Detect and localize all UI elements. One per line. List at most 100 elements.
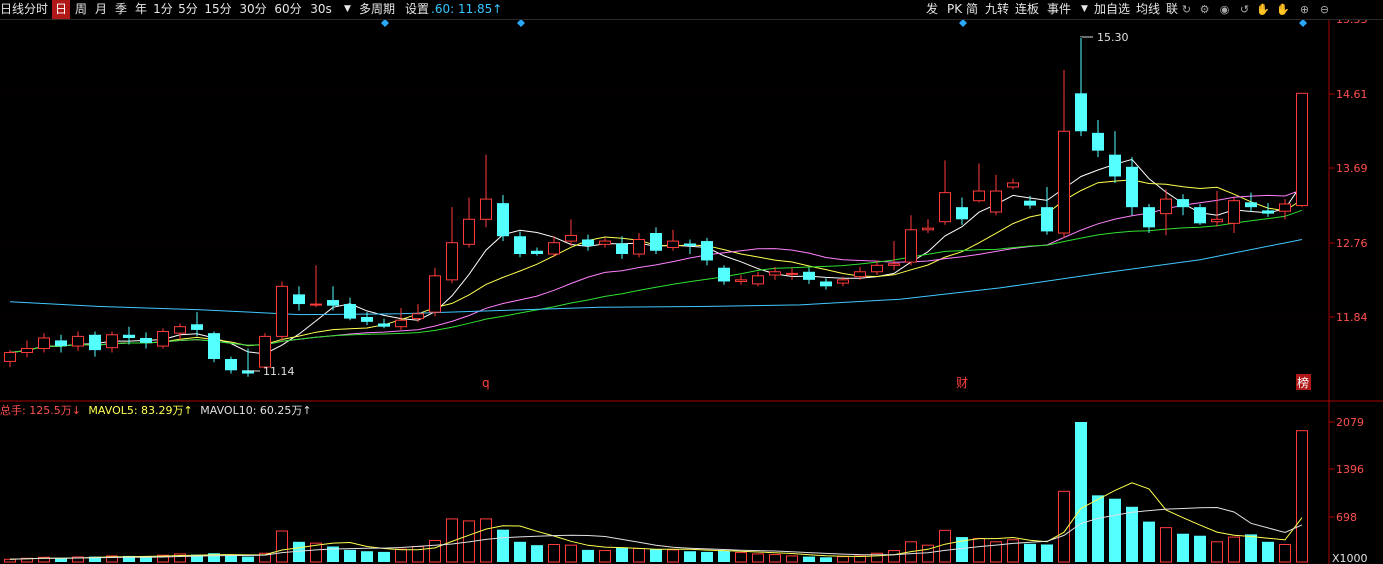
mavol10-label: MAVOL10: 60.25万↑ — [200, 404, 312, 417]
candle-body — [1126, 166, 1138, 208]
candle-body — [548, 242, 560, 255]
period-tab-9[interactable]: 15分 — [202, 0, 234, 19]
diamond-marker[interactable] — [959, 19, 967, 27]
volume-tick-label: 2079 — [1336, 416, 1364, 429]
candle-body — [1245, 202, 1257, 208]
volume-tick-label: 1396 — [1336, 463, 1364, 476]
price-tick-label: 13.69 — [1336, 162, 1368, 175]
tool-button-2[interactable]: 简 — [966, 0, 978, 19]
candle-body — [939, 192, 951, 223]
period-tab-2[interactable]: 日 — [52, 0, 70, 19]
candlesticks — [4, 37, 1308, 377]
candle-body — [225, 358, 237, 371]
hand2-icon[interactable]: ✋ — [1276, 3, 1290, 16]
candle-body — [1109, 154, 1121, 177]
high-price-label: 15.30 — [1097, 31, 1129, 44]
price-axis: 15.5314.6113.6912.7611.84 — [1336, 13, 1368, 324]
volume-tick-label: 698 — [1336, 511, 1357, 524]
candle-body — [1228, 200, 1240, 224]
period-tab-14[interactable]: 设置 — [402, 0, 432, 19]
candle-body — [701, 241, 713, 261]
moving-average-lines — [9, 158, 1303, 355]
volume-bar — [667, 549, 679, 563]
candle-body — [174, 326, 186, 334]
candle-body — [463, 218, 475, 245]
candle-body — [1262, 210, 1274, 214]
candle-body — [973, 190, 985, 202]
period-tab-10[interactable]: 30分 — [237, 0, 269, 19]
mavol5-line — [9, 482, 1303, 560]
diamond-marker[interactable] — [517, 19, 525, 27]
kline-chart[interactable]: 15.5314.6113.6912.7611.84 20791396698X10… — [0, 0, 1383, 564]
candle-body — [803, 271, 815, 280]
volume-ma-lines — [9, 482, 1303, 560]
tool-button-8[interactable]: 联 — [1166, 0, 1178, 19]
tool-button-0[interactable]: 发 — [926, 0, 938, 19]
candle-body — [616, 243, 628, 255]
period-tab-3[interactable]: 周 — [72, 0, 90, 19]
candle-body — [888, 263, 900, 266]
volume-bar — [1296, 430, 1308, 563]
events-dropdown-icon[interactable]: ▼ — [1081, 0, 1088, 19]
period-tab-11[interactable]: 60分 — [272, 0, 304, 19]
tool-button-7[interactable]: 均线 — [1136, 0, 1160, 19]
zoom-out-icon[interactable]: ⊖ — [1318, 3, 1331, 16]
candle-body — [259, 335, 271, 368]
tool-button-1[interactable]: PK — [947, 0, 962, 19]
candle-body — [1296, 92, 1308, 207]
candle-body — [650, 233, 662, 251]
period-tab-7[interactable]: 1分 — [152, 0, 174, 19]
candle-body — [191, 324, 203, 330]
volume-bar — [497, 529, 509, 562]
history-icon[interactable]: ↺ — [1238, 3, 1251, 16]
diamond-marker[interactable] — [381, 19, 389, 27]
volume-bar — [837, 556, 849, 563]
candle-body — [429, 275, 441, 313]
candle-body — [378, 323, 390, 327]
tool-button-3[interactable]: 九转 — [985, 0, 1009, 19]
candle-body — [990, 190, 1002, 213]
volume-bar — [650, 549, 662, 562]
volume-bar — [1160, 527, 1172, 563]
candle-body — [208, 333, 220, 359]
settings-icon[interactable]: ⚙ — [1198, 3, 1211, 16]
period-tab-13[interactable]: 多周期 — [355, 0, 399, 19]
diamond-marker[interactable] — [1299, 19, 1307, 27]
period-tab-12[interactable]: 30s — [308, 0, 334, 19]
period-tab-4[interactable]: 月 — [92, 0, 110, 19]
candle-body — [599, 240, 611, 245]
candle-body — [89, 334, 101, 351]
price-tick-label: 12.76 — [1336, 237, 1368, 250]
period-tab-1[interactable]: 分时 — [22, 0, 50, 19]
mavol5-label: MAVOL5: 83.29万↑ — [88, 404, 193, 417]
period-tab-0[interactable]: 日线 — [0, 0, 24, 19]
period-tab-6[interactable]: 年 — [132, 0, 150, 19]
volume-bar — [718, 550, 730, 562]
ma10-line — [9, 179, 1303, 353]
tool-button-6[interactable]: 加自选 — [1094, 0, 1130, 19]
volume-bar — [276, 530, 288, 563]
eye-icon[interactable]: ◉ — [1218, 3, 1231, 16]
tool-button-4[interactable]: 连板 — [1015, 0, 1039, 19]
period-dropdown-icon[interactable]: ▼ — [344, 0, 351, 19]
volume-bar — [1075, 422, 1087, 562]
volume-bar — [514, 541, 526, 562]
hand-icon[interactable]: ✋ — [1256, 3, 1270, 16]
candle-body — [820, 281, 832, 287]
ma-readout: .60: 11.85↑ — [431, 2, 503, 16]
period-tab-5[interactable]: 季 — [112, 0, 130, 19]
candle-body — [344, 304, 356, 319]
candle-body — [276, 285, 288, 337]
volume-bar — [1126, 506, 1138, 562]
event-marker-finance[interactable]: 财 — [956, 376, 968, 390]
event-marker-bang[interactable]: 榜 — [1297, 375, 1309, 390]
tool-button-5[interactable]: 事件 — [1047, 0, 1071, 19]
volume-bar — [1279, 543, 1291, 563]
zoom-in-icon[interactable]: ⊕ — [1298, 3, 1311, 16]
event-marker-q[interactable]: q — [482, 376, 490, 390]
candle-body — [72, 335, 84, 347]
volume-bar — [582, 549, 594, 562]
refresh-icon[interactable]: ↻ — [1180, 3, 1193, 16]
candle-body — [633, 238, 645, 255]
period-tab-8[interactable]: 5分 — [177, 0, 199, 19]
